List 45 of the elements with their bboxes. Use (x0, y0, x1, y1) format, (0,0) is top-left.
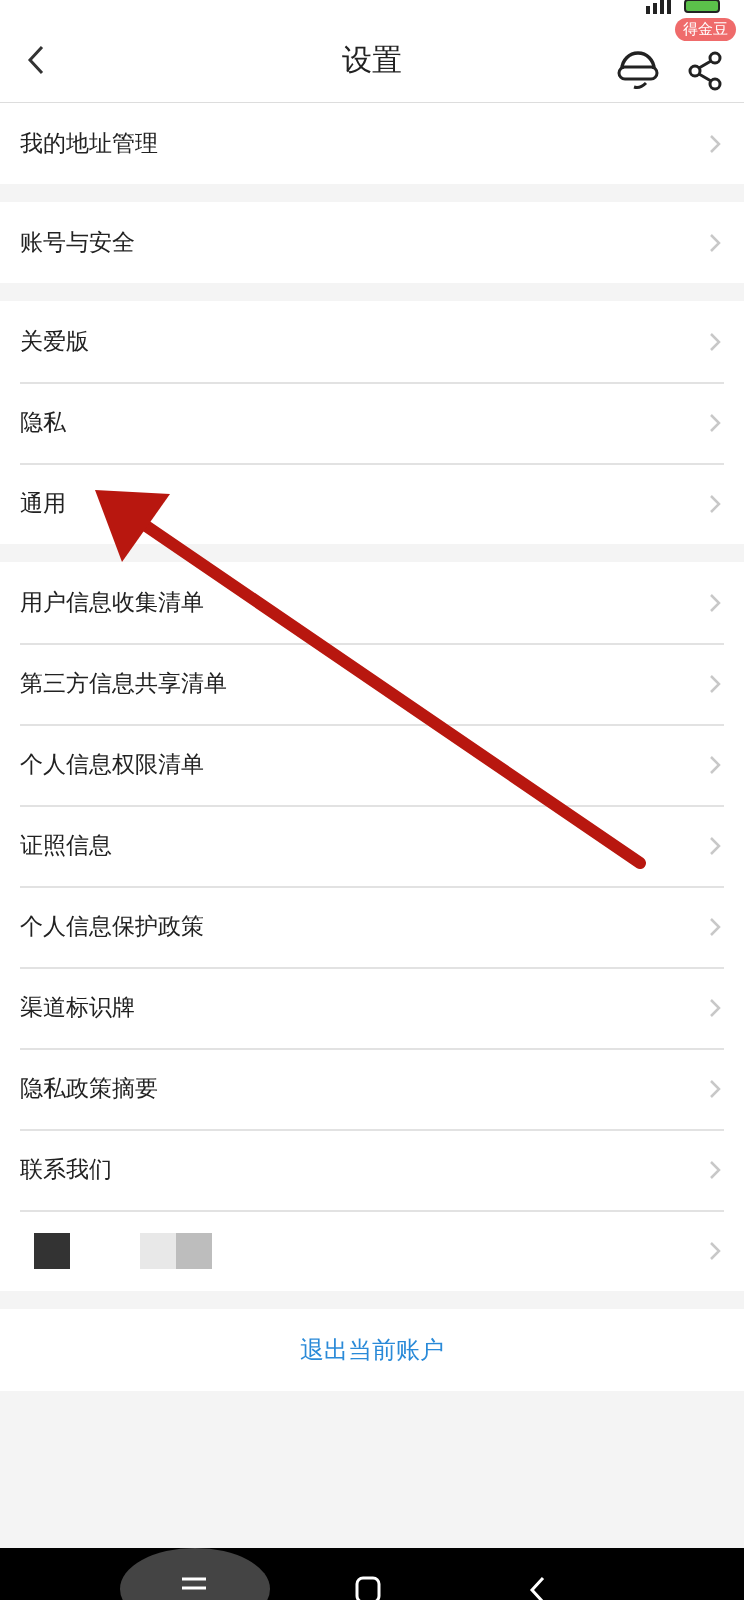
chevron-icon (708, 672, 722, 695)
page-title: 设置 (342, 41, 402, 77)
chevron-icon (708, 834, 722, 857)
chevron-icon (708, 753, 722, 776)
settings-item-label: 账号与安全 (20, 228, 135, 257)
settings-item[interactable]: 渠道标识牌 (0, 967, 744, 1048)
chevron-icon (708, 1239, 722, 1262)
settings-item[interactable]: 我的地址管理 (0, 103, 744, 184)
settings-item-label: 联系我们 (20, 1155, 112, 1184)
chevron-icon (708, 330, 722, 353)
settings-item[interactable]: 第三方信息共享清单 (0, 643, 744, 724)
logout-button[interactable]: 退出当前账户 (0, 1309, 744, 1391)
chevron-icon (708, 996, 722, 1019)
settings-item-label: 隐私 (20, 408, 66, 437)
settings-item-label: 隐私政策摘要 (20, 1074, 158, 1103)
chevron-icon (708, 915, 722, 938)
settings-item[interactable]: 通用 (0, 463, 744, 544)
chevron-icon (708, 231, 722, 254)
chevron-icon (708, 1158, 722, 1181)
settings-item-label: 个人信息权限清单 (20, 750, 204, 779)
settings-item[interactable]: 隐私 (0, 382, 744, 463)
settings-item[interactable]: 证照信息 (0, 805, 744, 886)
settings-item[interactable]: 个人信息保护政策 (0, 886, 744, 967)
settings-item-label: 证照信息 (20, 831, 112, 860)
back-icon[interactable] (528, 1576, 546, 1600)
chevron-icon (708, 591, 722, 614)
chevron-icon (708, 1077, 722, 1100)
settings-item-label: 个人信息保护政策 (20, 912, 204, 941)
settings-item[interactable]: 关爱版 (0, 301, 744, 382)
settings-item[interactable]: 联系我们 (0, 1129, 744, 1210)
settings-item[interactable]: 隐私政策摘要 (0, 1048, 744, 1129)
settings-item[interactable]: 用户信息收集清单 (0, 562, 744, 643)
chevron-icon (708, 132, 722, 155)
settings-item-label: 通用 (20, 489, 66, 518)
settings-item-label: 我的地址管理 (20, 129, 158, 158)
home-icon[interactable] (355, 1576, 381, 1600)
chevron-icon (708, 492, 722, 515)
settings-item-label: 第三方信息共享清单 (20, 669, 227, 698)
settings-item-label: 用户信息收集清单 (20, 588, 204, 617)
settings-item[interactable]: 个人信息权限清单 (0, 724, 744, 805)
settings-item-label: 渠道标识牌 (20, 993, 135, 1022)
settings-item[interactable]: 账号与安全 (0, 202, 744, 283)
settings-item-label: 关爱版 (20, 327, 89, 356)
chevron-icon (708, 411, 722, 434)
share-icon[interactable] (688, 51, 722, 91)
